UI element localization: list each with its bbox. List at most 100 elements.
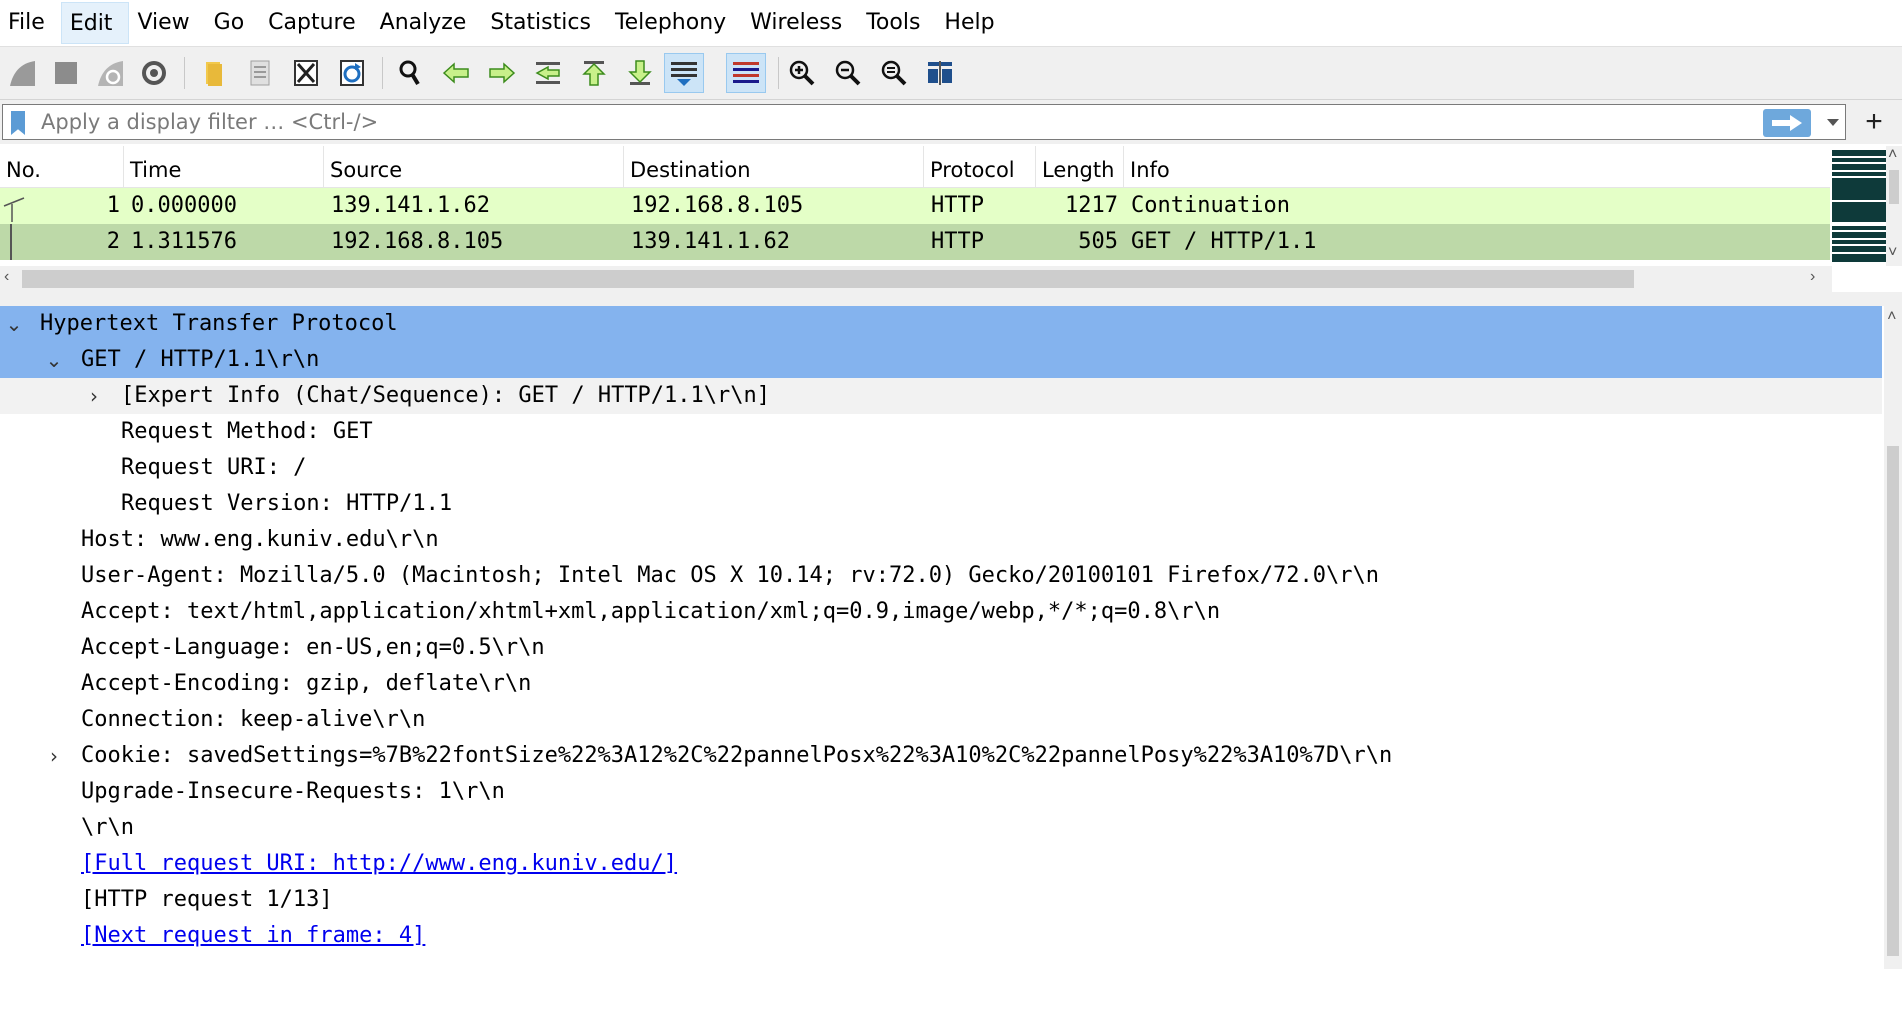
main-toolbar — [0, 46, 1902, 100]
full-request-uri-link[interactable]: [Full request URI: http://www.eng.kuniv.… — [81, 846, 677, 882]
packet-minimap[interactable] — [1832, 146, 1886, 266]
tree-item-full-request-uri[interactable]: [Full request URI: http://www.eng.kuniv.… — [0, 846, 1882, 882]
display-filter-input[interactable] — [41, 107, 1741, 137]
chevron-right-icon[interactable]: › — [82, 378, 106, 414]
tree-item-http-request-count[interactable]: [HTTP request 1/13] — [0, 882, 1882, 918]
packet-time: 0.000000 — [131, 193, 237, 218]
tree-item-request-version[interactable]: Request Version: HTTP/1.1 — [0, 486, 1882, 522]
go-first-packet-icon[interactable] — [574, 53, 614, 93]
menu-file[interactable]: File — [0, 2, 61, 44]
capture-options-icon[interactable] — [134, 53, 174, 93]
add-filter-button[interactable]: + — [1854, 102, 1894, 142]
auto-scroll-icon[interactable] — [664, 53, 704, 93]
column-header-destination[interactable]: Destination — [624, 146, 924, 188]
column-header-info[interactable]: Info — [1124, 146, 1830, 188]
tree-item-user-agent[interactable]: User-Agent: Mozilla/5.0 (Macintosh; Inte… — [0, 558, 1882, 594]
close-file-icon[interactable] — [286, 53, 326, 93]
chevron-down-icon[interactable]: ⌄ — [42, 342, 66, 378]
zoom-in-icon[interactable] — [782, 53, 822, 93]
column-header-length[interactable]: Length — [1036, 146, 1124, 188]
tree-item-accept-encoding[interactable]: Accept-Encoding: gzip, deflate\r\n — [0, 666, 1882, 702]
start-capture-icon[interactable] — [2, 53, 42, 93]
tree-item-crlf[interactable]: \r\n — [0, 810, 1882, 846]
packet-destination: 192.168.8.105 — [631, 193, 804, 218]
packet-list: No. Time Source Destination Protocol Len… — [0, 146, 1902, 292]
packet-list-header: No. Time Source Destination Protocol Len… — [0, 146, 1830, 188]
packet-source: 192.168.8.105 — [331, 229, 504, 254]
tree-item-cookie[interactable]: › Cookie: savedSettings=%7B%22fontSize%2… — [0, 738, 1882, 774]
packet-row[interactable]: 1 0.000000 139.141.1.62 192.168.8.105 HT… — [0, 188, 1830, 224]
tree-item-upgrade-insecure[interactable]: Upgrade-Insecure-Requests: 1\r\n — [0, 774, 1882, 810]
go-last-packet-icon[interactable] — [620, 53, 660, 93]
column-header-no[interactable]: No. — [0, 146, 124, 188]
menu-edit[interactable]: Edit — [60, 2, 130, 44]
packet-details-tree: ⌄ Hypertext Transfer Protocol ⌄ GET / HT… — [0, 306, 1902, 969]
menu-wireless[interactable]: Wireless — [742, 2, 858, 44]
menu-help[interactable]: Help — [936, 2, 1010, 44]
tree-item-expert-info[interactable]: › [Expert Info (Chat/Sequence): GET / HT… — [0, 378, 1882, 414]
menu-telephony[interactable]: Telephony — [607, 2, 742, 44]
go-forward-icon[interactable] — [482, 53, 522, 93]
stop-capture-icon[interactable] — [46, 53, 86, 93]
go-back-icon[interactable] — [436, 53, 476, 93]
tree-item-request-method[interactable]: Request Method: GET — [0, 414, 1882, 450]
tree-item-accept-language[interactable]: Accept-Language: en-US,en;q=0.5\r\n — [0, 630, 1882, 666]
tree-item-connection[interactable]: Connection: keep-alive\r\n — [0, 702, 1882, 738]
resize-columns-icon[interactable] — [920, 53, 960, 93]
tree-item-accept[interactable]: Accept: text/html,application/xhtml+xml,… — [0, 594, 1882, 630]
chevron-right-icon[interactable]: › — [42, 738, 66, 774]
tree-item-request-uri[interactable]: Request URI: / — [0, 450, 1882, 486]
chevron-up-icon[interactable]: ˄ — [1888, 146, 1897, 164]
save-file-icon[interactable] — [240, 53, 280, 93]
colorize-icon[interactable] — [726, 53, 766, 93]
packet-protocol: HTTP — [931, 229, 984, 254]
apply-filter-button[interactable] — [1763, 109, 1811, 137]
tree-item-host[interactable]: Host: www.eng.kuniv.edu\r\n — [0, 522, 1882, 558]
packet-no: 1 — [106, 193, 120, 218]
menu-tools[interactable]: Tools — [858, 2, 936, 44]
menu-statistics[interactable]: Statistics — [482, 2, 607, 44]
menu-bar: File Edit View Go Capture Analyze Statis… — [0, 0, 1902, 46]
packet-list-horizontal-scrollbar[interactable]: ‹ › — [0, 266, 1832, 292]
pane-splitter[interactable] — [0, 292, 1902, 306]
column-header-protocol[interactable]: Protocol — [924, 146, 1036, 188]
chevron-right-icon[interactable]: › — [1810, 268, 1815, 286]
packet-destination: 139.141.1.62 — [631, 229, 790, 254]
chevron-down-icon — [1827, 119, 1839, 126]
chevron-left-icon[interactable]: ‹ — [4, 268, 9, 286]
tree-item-http[interactable]: ⌄ Hypertext Transfer Protocol — [0, 306, 1882, 342]
bookmark-icon[interactable] — [11, 111, 25, 135]
tree-item-next-request[interactable]: [Next request in frame: 4] — [0, 918, 1882, 954]
chevron-down-icon[interactable]: ˅ — [1888, 244, 1897, 262]
find-packet-icon[interactable] — [390, 53, 430, 93]
next-request-link[interactable]: [Next request in frame: 4] — [81, 918, 425, 954]
zoom-normal-icon[interactable] — [874, 53, 914, 93]
details-vertical-scrollbar[interactable]: ˄ — [1884, 306, 1902, 969]
go-to-packet-icon[interactable] — [528, 53, 568, 93]
column-header-source[interactable]: Source — [324, 146, 624, 188]
restart-capture-icon[interactable] — [90, 53, 130, 93]
column-header-time[interactable]: Time — [124, 146, 324, 188]
packet-time: 1.311576 — [131, 229, 237, 254]
menu-capture[interactable]: Capture — [260, 2, 371, 44]
packet-length: 505 — [1078, 229, 1118, 254]
display-filter-bar: + — [0, 100, 1902, 144]
packet-protocol: HTTP — [931, 193, 984, 218]
open-file-icon[interactable] — [194, 53, 234, 93]
arrow-right-icon — [1772, 115, 1802, 131]
tree-item-request-line[interactable]: ⌄ GET / HTTP/1.1\r\n — [0, 342, 1882, 378]
packet-info: GET / HTTP/1.1 — [1131, 229, 1317, 254]
chevron-up-icon[interactable]: ˄ — [1887, 306, 1897, 326]
zoom-out-icon[interactable] — [828, 53, 868, 93]
filter-history-dropdown[interactable] — [1823, 113, 1843, 133]
packet-row[interactable]: 2 1.311576 192.168.8.105 139.141.1.62 HT… — [0, 224, 1830, 260]
menu-analyze[interactable]: Analyze — [372, 2, 483, 44]
chevron-down-icon[interactable]: ⌄ — [2, 306, 26, 342]
display-filter-box — [2, 104, 1846, 140]
packet-info: Continuation — [1131, 193, 1290, 218]
packet-no: 2 — [106, 229, 120, 254]
reload-file-icon[interactable] — [332, 53, 372, 93]
menu-view[interactable]: View — [129, 2, 205, 44]
menu-go[interactable]: Go — [206, 2, 261, 44]
packet-list-vertical-scrollbar[interactable]: ˄ ˅ — [1886, 146, 1902, 266]
